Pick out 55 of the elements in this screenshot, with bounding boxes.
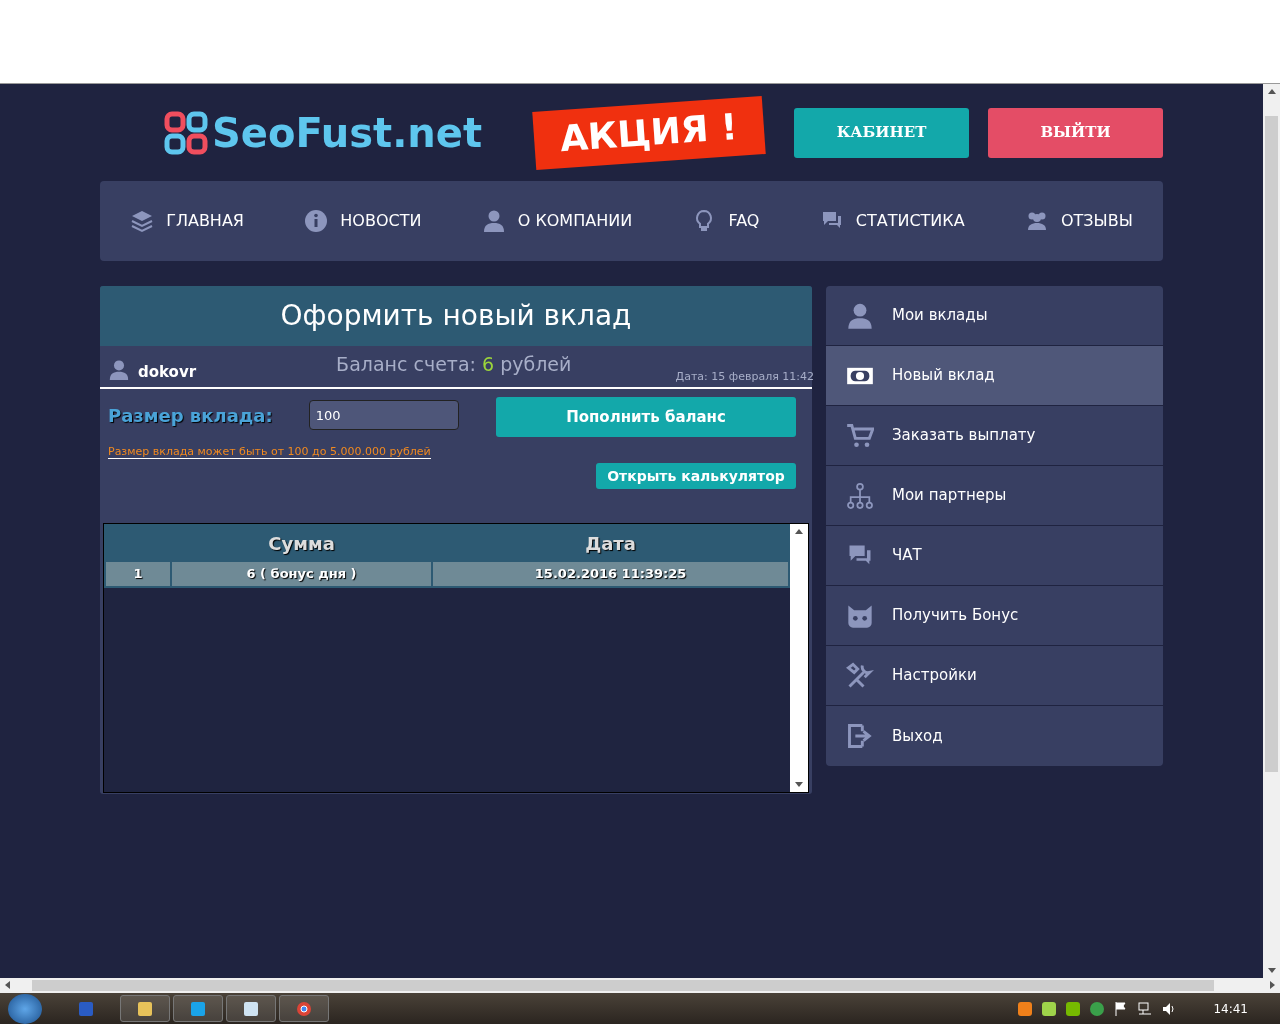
date-text: Дата: 15 февраля 11:42 (675, 368, 814, 385)
nav-link[interactable]: НОВОСТИ (304, 209, 422, 233)
user-icon (846, 301, 874, 330)
tools-icon (846, 661, 874, 690)
hint-link[interactable]: Размер вклада может быть от 100 до 5.000.000 рублей (108, 445, 431, 459)
scrollbar-thumb[interactable] (1265, 116, 1278, 772)
sidebar-item[interactable]: Мои партнеры (826, 466, 1163, 526)
logo-icon (164, 110, 208, 155)
scroll-right-arrow[interactable] (1268, 981, 1276, 989)
circle-tray-icon[interactable] (1089, 1000, 1106, 1017)
panel-title: Оформить новый вклад (100, 286, 812, 346)
scrollbar-thumb[interactable] (32, 980, 1214, 991)
scroll-down-arrow[interactable] (795, 779, 803, 788)
sidebar-item[interactable]: Настройки (826, 646, 1163, 706)
nav-link[interactable]: СТАТИСТИКА (819, 209, 965, 233)
scroll-up-arrow[interactable] (795, 527, 803, 536)
layers-icon (130, 209, 155, 233)
sidebar-item[interactable]: Получить Бонус (826, 586, 1163, 646)
sidebar-item[interactable]: Выход (826, 706, 1163, 766)
nav-link[interactable]: ГЛАВНАЯ (130, 209, 244, 233)
start-button[interactable] (8, 993, 42, 1024)
nav-link[interactable]: ОТЗЫВЫ (1024, 209, 1133, 233)
table-cell: 1 (106, 562, 170, 588)
taskbar-button[interactable] (120, 995, 170, 1022)
sidebar-item[interactable]: Заказать выплату (826, 406, 1163, 466)
user-icon (108, 359, 130, 381)
network-icon[interactable] (1137, 1000, 1154, 1017)
table-cell: 6 ( бонус дня ) (172, 562, 432, 588)
logo-text: SeoFust.net (212, 108, 483, 158)
taskbar-button[interactable] (173, 995, 223, 1022)
balance-text: Баланс счета: 6 рублей (336, 352, 572, 377)
promo-banner[interactable]: АКЦИЯ ! (532, 95, 766, 170)
sidebar-item[interactable]: Новый вклад (826, 346, 1163, 406)
nav-link[interactable]: О КОМПАНИИ (481, 209, 633, 233)
username: dokovr (138, 362, 197, 383)
nav-link[interactable]: FAQ (692, 209, 760, 233)
hierarchy-icon (846, 481, 874, 510)
exit-icon (846, 722, 874, 750)
info-icon (304, 209, 329, 233)
taskbar-button[interactable] (279, 995, 329, 1022)
cart-icon (846, 421, 874, 450)
column-header: Дата (584, 531, 637, 556)
field-label: Размер вклада: (108, 403, 273, 428)
scroll-left-arrow[interactable] (4, 981, 12, 989)
clock-text: 14:41 (1213, 1000, 1248, 1018)
scroll-up-arrow[interactable] (1267, 87, 1276, 96)
amount-input[interactable]: 100 (308, 400, 459, 430)
browser-icon (296, 1000, 312, 1017)
user-icon (481, 209, 506, 233)
column-header: Сумма (267, 531, 336, 556)
scroll-down-arrow[interactable] (1267, 965, 1276, 974)
table-cell: 15.02.2016 11:39:25 (433, 562, 788, 588)
taskbar-button[interactable] (226, 995, 276, 1022)
logout-button[interactable]: ВЫЙТИ (988, 107, 1163, 158)
sidebar-item[interactable]: ЧАТ (826, 526, 1163, 586)
